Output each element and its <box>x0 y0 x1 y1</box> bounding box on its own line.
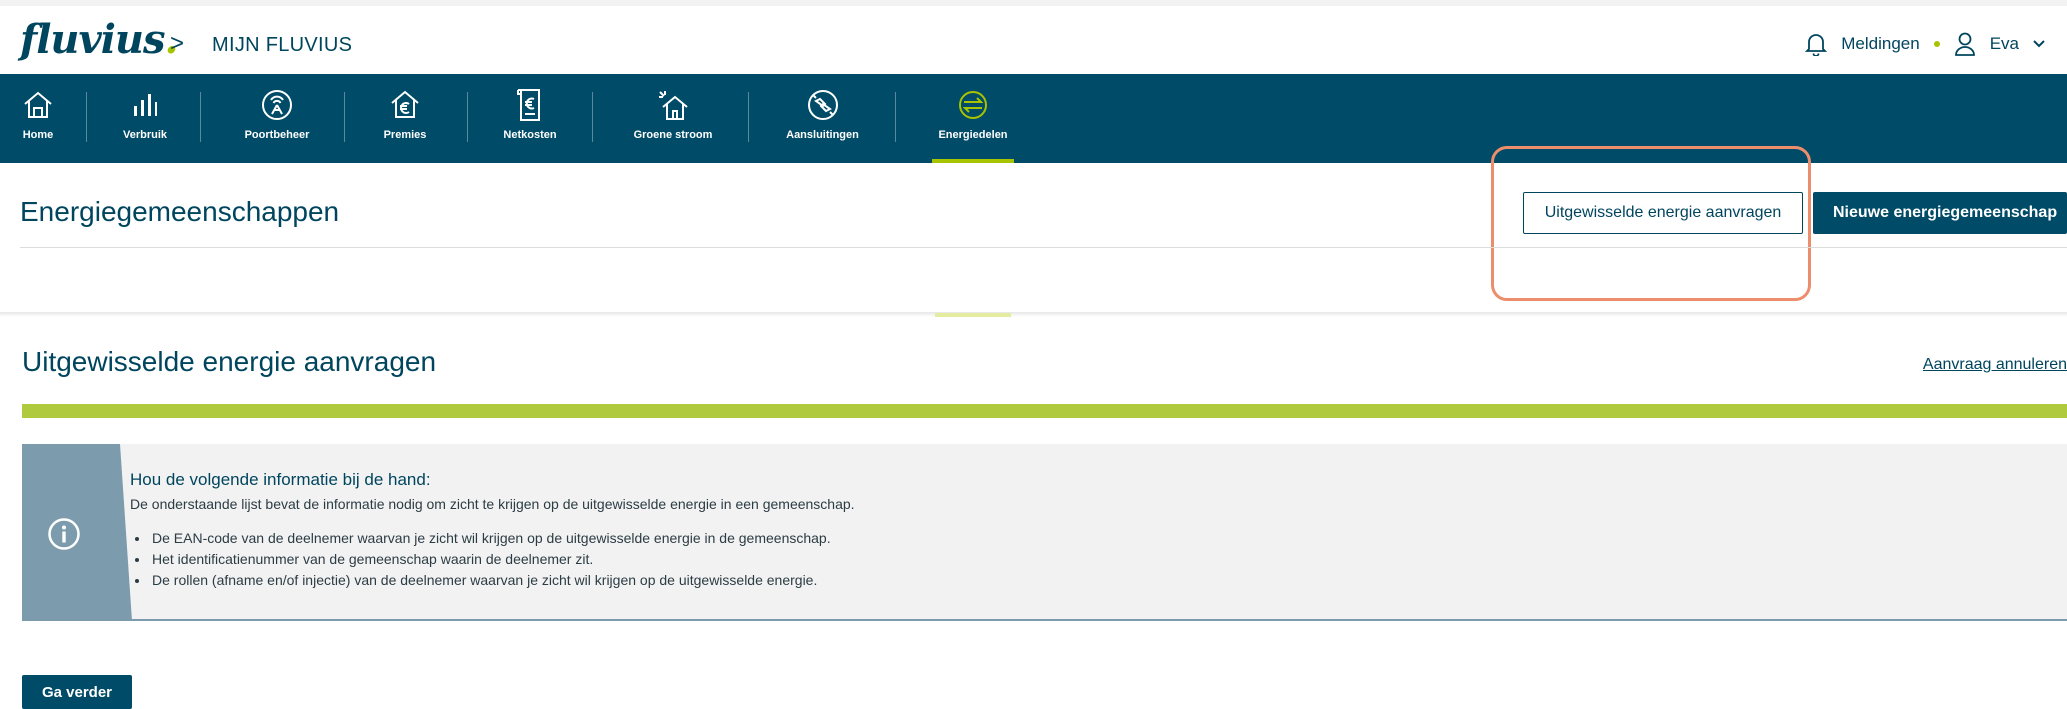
cancel-request-link[interactable]: Aanvraag annuleren <box>1923 356 2067 374</box>
section-title: Uitgewisselde energie aanvragen <box>22 346 437 377</box>
house-euro-icon <box>390 88 420 122</box>
solar-house-icon <box>657 88 689 122</box>
info-text: De onderstaande lijst bevat de informati… <box>130 496 855 512</box>
progress-bar <box>22 404 2067 418</box>
top-header: fluvius. > MIJN FLUVIUS Meldingen Eva <box>0 0 2067 74</box>
nav-label: Groene stroom <box>633 129 713 141</box>
user-icon[interactable] <box>1954 32 1976 56</box>
nav-label: Energiedelen <box>938 129 1008 141</box>
chevron-down-icon[interactable] <box>2033 39 2045 49</box>
page-title: Energiegemeenschappen <box>20 196 340 227</box>
new-energy-community-button[interactable]: Nieuwe energiegemeenschap <box>1813 192 2067 234</box>
connection-icon <box>807 88 839 122</box>
notifications-link[interactable]: Meldingen <box>1841 34 1919 54</box>
nav-divider <box>748 92 749 142</box>
highlight-annotation <box>1491 146 1811 301</box>
list-item: De EAN-code van de deelnemer waarvan je … <box>150 528 831 549</box>
nav-item-energiedelen[interactable]: Energiedelen <box>928 74 1018 163</box>
logo-text: fluvius <box>20 16 166 63</box>
bar-chart-icon <box>131 88 159 122</box>
nav-item-home[interactable]: Home <box>8 74 68 163</box>
list-item: De rollen (afname en/of injectie) van de… <box>150 570 831 591</box>
info-list: De EAN-code van de deelnemer waarvan je … <box>130 528 831 591</box>
nav-item-poortbeheer[interactable]: Poortbeheer <box>232 74 322 163</box>
nav-divider <box>467 92 468 142</box>
nav-label: Verbruik <box>122 129 168 141</box>
header-actions: Meldingen Eva <box>1805 32 2045 56</box>
user-name[interactable]: Eva <box>1990 34 2019 54</box>
nav-label: Aansluitingen <box>786 129 859 141</box>
continue-button[interactable]: Ga verder <box>22 675 132 709</box>
breadcrumb-separator: > <box>170 30 185 57</box>
nav-label: Poortbeheer <box>244 129 310 141</box>
nav-item-groene-stroom[interactable]: Groene stroom <box>618 74 728 163</box>
house-icon <box>23 88 53 122</box>
separator-dot <box>1933 41 1940 47</box>
nav-label: Home <box>22 129 54 141</box>
nav-label: Premies <box>383 129 427 141</box>
section-divider <box>0 312 2067 317</box>
breadcrumb-mijn-fluvius[interactable]: MIJN FLUVIUS <box>212 34 352 57</box>
invoice-euro-icon <box>516 88 544 122</box>
nav-divider <box>200 92 201 142</box>
nav-label: Netkosten <box>503 129 557 141</box>
nav-item-verbruik[interactable]: Verbruik <box>110 74 180 163</box>
nav-item-aansluitingen[interactable]: Aansluitingen <box>770 74 875 163</box>
info-box: Hou de volgende informatie bij de hand: … <box>22 444 2067 621</box>
nav-divider <box>592 92 593 142</box>
signal-icon <box>261 88 293 122</box>
divider <box>20 247 2067 248</box>
nav-item-premies[interactable]: Premies <box>365 74 445 163</box>
info-icon <box>47 517 81 551</box>
bell-icon[interactable] <box>1805 32 1828 56</box>
section-divider-accent <box>935 313 1011 317</box>
info-heading: Hou de volgende informatie bij de hand: <box>130 470 431 489</box>
nav-divider <box>344 92 345 142</box>
list-item: Het identificatienummer van de gemeensch… <box>150 549 831 570</box>
energy-share-icon <box>957 88 989 122</box>
nav-divider <box>86 92 87 142</box>
nav-item-netkosten[interactable]: Netkosten <box>490 74 570 163</box>
fluvius-logo[interactable]: fluvius. <box>20 20 178 60</box>
nav-divider <box>895 92 896 142</box>
info-side-wedge <box>102 444 132 621</box>
